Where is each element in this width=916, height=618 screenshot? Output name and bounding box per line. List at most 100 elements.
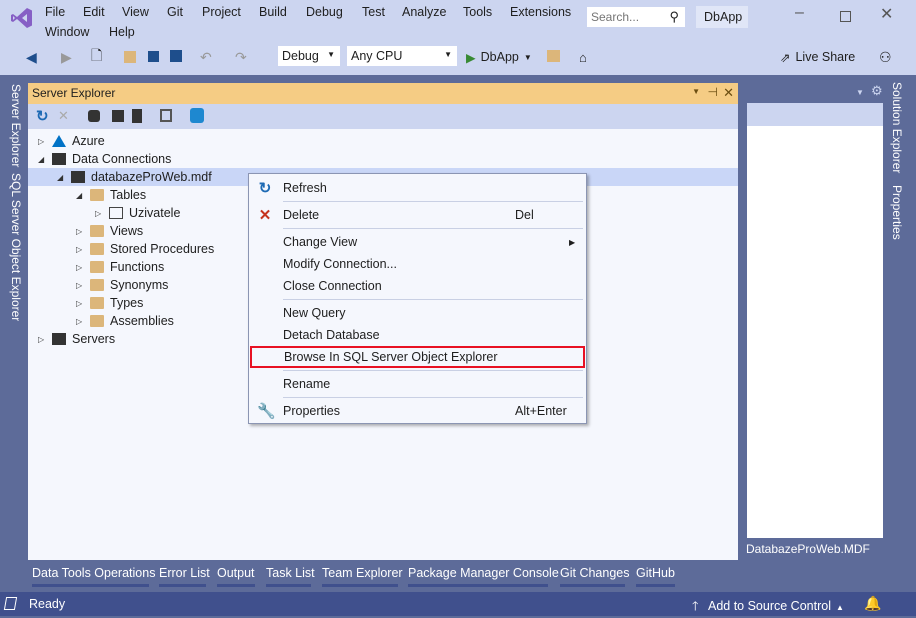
- pin-icon[interactable]: ⊣: [708, 85, 718, 99]
- collapsed-arrow-icon[interactable]: ▷: [76, 317, 90, 326]
- search-box[interactable]: ⚲: [586, 6, 686, 28]
- bottom-tab[interactable]: Data Tools Operations: [32, 566, 155, 580]
- menu-item-modify-connection[interactable]: Modify Connection...: [249, 253, 586, 275]
- tree-item[interactable]: ▷ Assemblies: [76, 312, 174, 330]
- tree-item[interactable]: ◢ Data Connections: [38, 150, 171, 168]
- redo-button[interactable]: ↷: [235, 47, 247, 67]
- gear-icon[interactable]: ⚙: [871, 83, 883, 99]
- forward-button[interactable]: ▶: [61, 47, 72, 67]
- configuration-dropdown[interactable]: Debug ▼: [277, 45, 341, 67]
- menu-git[interactable]: Git: [167, 5, 183, 19]
- folder-icon: [90, 297, 104, 309]
- maximize-button[interactable]: [840, 11, 851, 22]
- collapsed-arrow-icon[interactable]: ▷: [95, 209, 109, 218]
- menu-item-rename[interactable]: Rename: [249, 373, 586, 395]
- menu-item-browse-in-sql-server-object-explorer[interactable]: Browse In SQL Server Object Explorer: [250, 346, 585, 368]
- bottom-tab[interactable]: GitHub: [636, 566, 675, 580]
- tree-item[interactable]: ▷ Types: [76, 294, 143, 312]
- new-item-icon[interactable]: 🗋: [91, 47, 102, 67]
- menu-item-close-connection[interactable]: Close Connection: [249, 275, 586, 297]
- stop-icon[interactable]: ✕: [58, 108, 69, 124]
- expanded-arrow-icon[interactable]: ◢: [38, 155, 52, 164]
- menu-analyze[interactable]: Analyze: [402, 5, 446, 19]
- tab-properties[interactable]: Properties: [890, 185, 904, 240]
- tree-item-label: Assemblies: [110, 314, 174, 328]
- save-all-icon[interactable]: [170, 50, 182, 62]
- bottom-tab[interactable]: Package Manager Console: [408, 566, 559, 580]
- connect-server-icon[interactable]: [112, 110, 124, 122]
- start-debug-button[interactable]: ▶ DbApp ▼: [466, 47, 532, 67]
- collapsed-arrow-icon[interactable]: ▷: [38, 335, 52, 344]
- bottom-tab[interactable]: Task List: [266, 566, 315, 580]
- find-in-files-icon[interactable]: [547, 50, 560, 62]
- hierarchy-icon[interactable]: [160, 109, 172, 122]
- menu-tools[interactable]: Tools: [463, 5, 492, 19]
- tree-item[interactable]: ▷ Uzivatele: [95, 204, 180, 222]
- menu-window[interactable]: Window: [45, 25, 89, 39]
- menu-test[interactable]: Test: [362, 5, 385, 19]
- collapsed-arrow-icon[interactable]: ▷: [38, 137, 52, 146]
- platform-dropdown[interactable]: Any CPU ▼: [346, 45, 458, 67]
- tree-item[interactable]: ◢ Tables: [76, 186, 146, 204]
- tree-item[interactable]: ▷ Servers: [38, 330, 115, 348]
- expanded-arrow-icon[interactable]: ◢: [76, 191, 90, 200]
- tab-solution-explorer[interactable]: Solution Explorer: [890, 82, 904, 173]
- minimize-button[interactable]: –: [795, 4, 804, 22]
- bottom-tab[interactable]: Error List: [159, 566, 210, 580]
- tab-server-explorer[interactable]: Server Explorer: [9, 84, 23, 167]
- tree-item-label: Uzivatele: [129, 206, 181, 220]
- menu-item-label: New Query: [283, 306, 346, 320]
- tree-item[interactable]: ▷ Azure: [38, 132, 105, 150]
- refresh-icon[interactable]: ↻: [36, 107, 49, 125]
- bottom-tab[interactable]: Team Explorer: [322, 566, 403, 580]
- menu-help[interactable]: Help: [109, 25, 135, 39]
- collapsed-arrow-icon[interactable]: ▷: [76, 245, 90, 254]
- chevron-down-icon[interactable]: ▼: [856, 88, 864, 97]
- menu-project[interactable]: Project: [202, 5, 241, 19]
- close-icon[interactable]: ✕: [723, 85, 734, 101]
- bottom-tab[interactable]: Output: [217, 566, 255, 580]
- sql-server-icon[interactable]: [190, 108, 204, 123]
- menu-build[interactable]: Build: [259, 5, 287, 19]
- menu-item-properties[interactable]: 🔧 Properties Alt+Enter: [249, 400, 586, 422]
- feedback-icon[interactable]: ⚇: [879, 47, 892, 67]
- menu-file[interactable]: File: [45, 5, 65, 19]
- menu-item-detach-database[interactable]: Detach Database: [249, 324, 586, 346]
- home-icon[interactable]: ⌂: [579, 47, 587, 67]
- chevron-down-icon: ▼: [444, 50, 452, 59]
- menu-item-new-query[interactable]: New Query: [249, 302, 586, 324]
- menu-view[interactable]: View: [122, 5, 149, 19]
- collapsed-arrow-icon[interactable]: ▷: [76, 299, 90, 308]
- menu-item-refresh[interactable]: ↻ Refresh: [249, 177, 586, 199]
- tree-item-label: Tables: [110, 188, 147, 202]
- notifications-bell-icon[interactable]: 🔔: [864, 595, 881, 612]
- tree-item[interactable]: ▷ Functions: [76, 258, 164, 276]
- tree-item[interactable]: ▷ Synonyms: [76, 276, 168, 294]
- undo-button[interactable]: ↶: [200, 47, 212, 67]
- tab-sql-server-object-explorer[interactable]: SQL Server Object Explorer: [9, 173, 23, 321]
- add-to-source-control-button[interactable]: 🡑 Add to Source Control ▲: [692, 597, 844, 618]
- tree-item[interactable]: ▷ Stored Procedures: [76, 240, 214, 258]
- connect-azure-icon[interactable]: [132, 109, 142, 123]
- menu-item-change-view[interactable]: Change View ▶: [249, 231, 586, 253]
- submenu-arrow-icon: ▶: [569, 237, 576, 247]
- expanded-arrow-icon[interactable]: ◢: [57, 173, 71, 182]
- live-share-button[interactable]: ⇗ Live Share: [780, 47, 855, 67]
- connect-database-icon[interactable]: [88, 110, 100, 122]
- close-window-button[interactable]: ✕: [880, 4, 893, 24]
- bottom-tab[interactable]: Git Changes: [560, 566, 629, 580]
- tree-item[interactable]: ▷ Views: [76, 222, 143, 240]
- menu-item-label: Properties: [283, 404, 340, 418]
- open-folder-icon[interactable]: [124, 51, 136, 63]
- menu-extensions[interactable]: Extensions: [510, 5, 571, 19]
- back-button[interactable]: ◀: [26, 47, 37, 67]
- chevron-down-icon[interactable]: ▼: [692, 87, 700, 96]
- search-input[interactable]: [591, 10, 661, 24]
- menu-debug[interactable]: Debug: [306, 5, 343, 19]
- collapsed-arrow-icon[interactable]: ▷: [76, 227, 90, 236]
- menu-item-delete[interactable]: ✕ Delete Del: [249, 204, 586, 226]
- collapsed-arrow-icon[interactable]: ▷: [76, 281, 90, 290]
- save-icon[interactable]: [148, 51, 159, 62]
- collapsed-arrow-icon[interactable]: ▷: [76, 263, 90, 272]
- menu-edit[interactable]: Edit: [83, 5, 105, 19]
